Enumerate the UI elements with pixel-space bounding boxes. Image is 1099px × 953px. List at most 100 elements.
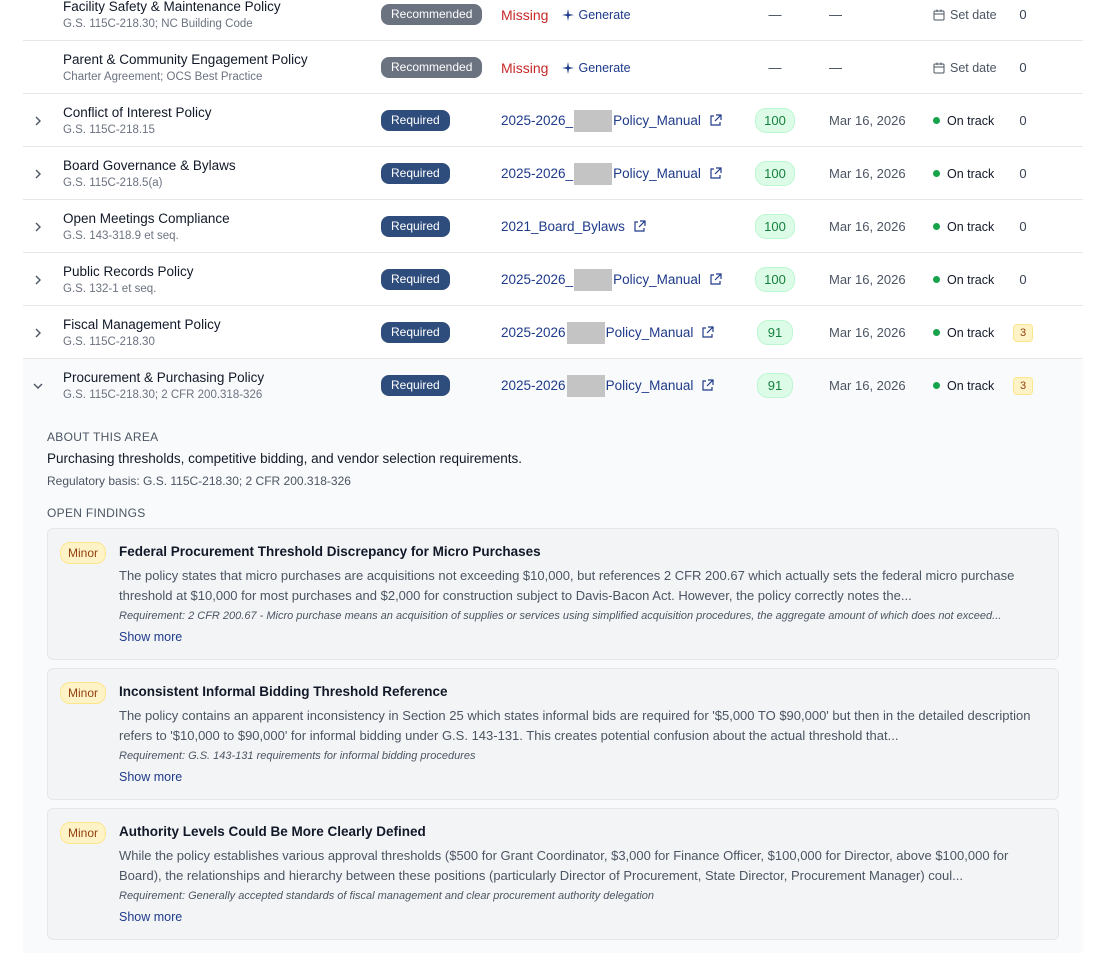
chevron-right-icon [35,169,41,178]
finding-card: Minor Federal Procurement Threshold Disc… [47,528,1059,660]
policy-basis: G.S. 132-1 et seq. [63,282,157,295]
policy-name: Conflict of Interest Policy [63,104,212,120]
finding-body: The policy contains an apparent inconsis… [119,708,1031,743]
chevron-right-icon [35,328,41,337]
status-dot [933,170,940,177]
status-badge: Recommended [381,57,483,78]
status-badge: Required [381,216,450,237]
date-empty: — [829,60,842,75]
policy-basis: Charter Agreement; OCS Best Practice [63,70,263,83]
finding-requirement: Requirement: G.S. 143-131 requirements f… [119,750,476,762]
regulatory-basis: Regulatory basis: G.S. 115C-218.30; 2 CF… [47,474,351,488]
table-row[interactable]: Board Governance & Bylaws G.S. 115C-218.… [23,147,1083,200]
chevron-right-icon [35,275,41,284]
findings-count: 0 [1019,7,1027,22]
expand-chevron[interactable] [23,147,53,200]
chevron-right-icon [35,116,41,125]
external-link-icon [710,167,722,179]
document-link[interactable]: 2025-2026_ Policy_Manual [501,268,722,291]
policy-basis: G.S. 115C-218.30; 2 CFR 200.318-326 [63,388,263,401]
set-date-button[interactable]: Set date [933,61,997,75]
document-link[interactable]: 2025-2026 Policy_Manual [501,321,714,344]
status-dot [933,276,940,283]
table-row[interactable]: Parent & Community Engagement Policy Cha… [23,41,1083,94]
status-dot [933,382,940,389]
generate-button[interactable]: Generate [562,8,631,22]
score-badge: 91 [757,373,793,398]
findings-count: 0 [1019,219,1027,234]
table-row[interactable]: Facility Safety & Maintenance Policy G.S… [23,0,1083,41]
review-date: Mar 16, 2026 [829,272,906,287]
finding-body: The policy states that micro purchases a… [119,568,1015,603]
table-row-expanded[interactable]: Procurement & Purchasing Policy G.S. 115… [23,359,1083,412]
external-link-icon [710,273,722,285]
policy-basis: G.S. 115C-218.30; NC Building Code [63,17,253,30]
score-badge: 100 [755,214,795,239]
policy-name: Parent & Community Engagement Policy [63,51,308,67]
finding-requirement: Requirement: Generally accepted standard… [119,890,655,902]
show-more-link[interactable]: Show more [119,910,182,924]
about-label: ABOUT THIS AREA [47,430,159,444]
show-more-link[interactable]: Show more [119,630,182,644]
expand-chevron[interactable] [23,94,53,147]
chevron-right-icon [35,222,41,231]
policy-name: Board Governance & Bylaws [63,157,236,173]
policy-name: Fiscal Management Policy [63,316,221,332]
external-link-icon [634,220,646,232]
findings-count: 0 [1019,166,1027,181]
finding-card: Minor Inconsistent Informal Bidding Thre… [47,668,1059,800]
redaction-block [574,162,613,185]
severity-badge: Minor [60,682,107,704]
table-row[interactable]: Fiscal Management Policy G.S. 115C-218.3… [23,306,1083,359]
redaction-block [566,321,605,344]
status-badge: Recommended [381,4,483,25]
table-row[interactable]: Public Records Policy G.S. 132-1 et seq.… [23,253,1083,306]
finding-title: Authority Levels Could Be More Clearly D… [119,824,426,839]
policy-name: Procurement & Purchasing Policy [63,369,265,385]
expand-chevron[interactable] [23,200,53,253]
score-empty: — [768,60,782,75]
severity-badge: Minor [60,542,107,564]
finding-requirement: Requirement: 2 CFR 200.67 - Micro purcha… [119,610,1002,622]
expand-chevron[interactable] [23,253,53,306]
finding-title: Federal Procurement Threshold Discrepanc… [119,544,541,559]
document-link[interactable]: 2025-2026_ Policy_Manual [501,109,722,132]
score-badge: 100 [755,161,795,186]
finding-card: Minor Authority Levels Could Be More Cle… [47,808,1059,940]
calendar-icon [933,9,945,20]
external-link-icon [710,114,722,126]
score-badge: 100 [755,108,795,133]
findings-count-badge: 3 [1012,376,1034,395]
document-link[interactable]: 2025-2026 Policy_Manual [501,374,714,397]
status-badge: Required [381,110,450,131]
table-row[interactable]: Open Meetings Compliance G.S. 143-318.9 … [23,200,1083,253]
set-date-button[interactable]: Set date [933,8,997,22]
review-date: Mar 16, 2026 [829,219,906,234]
show-more-link[interactable]: Show more [119,770,182,784]
finding-title: Inconsistent Informal Bidding Threshold … [119,684,448,699]
document-link[interactable]: 2025-2026_ Policy_Manual [501,162,722,185]
review-date: Mar 16, 2026 [829,166,906,181]
findings-label: OPEN FINDINGS [47,506,146,520]
findings-count: 0 [1019,272,1027,287]
missing-label: Missing [501,59,549,76]
table-row[interactable]: Conflict of Interest Policy G.S. 115C-21… [23,94,1083,147]
chevron-down-icon [33,383,43,389]
severity-badge: Minor [60,822,107,844]
document-link[interactable]: 2021_Board_Bylaws [501,219,646,234]
status-text: On track [947,113,995,128]
status-dot [933,223,940,230]
sparkle-icon [562,8,575,21]
score-badge: 100 [755,267,795,292]
generate-button[interactable]: Generate [562,61,631,75]
status-badge: Required [381,163,450,184]
review-date: Mar 16, 2026 [829,378,906,393]
expand-chevron[interactable] [23,306,53,359]
review-date: Mar 16, 2026 [829,325,906,340]
collapse-chevron[interactable] [23,359,53,412]
policy-name: Public Records Policy [63,263,194,279]
missing-label: Missing [501,6,549,23]
redaction-block [566,374,605,397]
status-text: On track [947,272,995,287]
policy-table: Facility Safety & Maintenance Policy G.S… [23,0,1083,412]
